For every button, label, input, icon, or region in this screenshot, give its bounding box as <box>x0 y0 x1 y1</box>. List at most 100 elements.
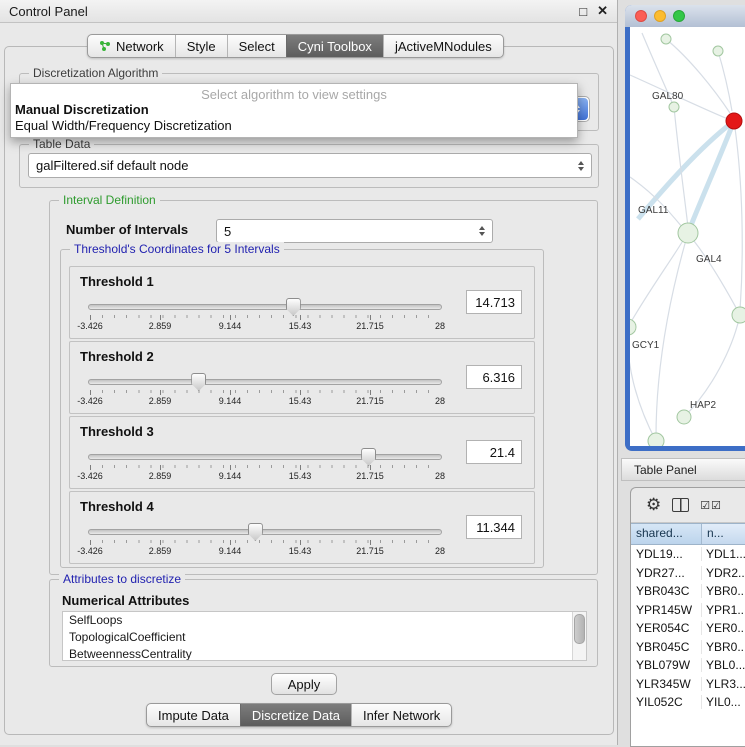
node-gal80[interactable] <box>669 102 679 112</box>
close-icon[interactable]: ✕ <box>597 3 608 19</box>
threshold-panel-2: Threshold 2-3.4262.8599.14415.4321.71528… <box>69 341 535 414</box>
slider-thumb[interactable] <box>248 523 263 541</box>
slider-track[interactable] <box>88 304 442 310</box>
table-row[interactable]: YBL079WYBL0... <box>631 656 745 675</box>
node-label-gal80: GAL80 <box>652 91 684 102</box>
table-cell: YBR0... <box>702 640 745 654</box>
threshold-value-field[interactable]: 14.713 <box>466 290 522 314</box>
node-gal4[interactable] <box>678 223 698 243</box>
scrollbar-thumb[interactable] <box>574 614 585 644</box>
scale-label: 28 <box>435 471 445 481</box>
threshold-slider: -3.4262.8599.14415.4321.71528 <box>88 447 442 483</box>
table-cell: YBR0... <box>702 584 745 598</box>
table-row[interactable]: YLR345WYLR3... <box>631 675 745 694</box>
node-label-gal11: GAL11 <box>638 205 669 216</box>
attribute-item-topologicalcoefficient[interactable]: TopologicalCoefficient <box>63 629 586 646</box>
threshold-value-field[interactable]: 21.4 <box>466 440 522 464</box>
scale-label: 21.715 <box>356 321 384 331</box>
threshold-value-field[interactable]: 11.344 <box>466 515 522 539</box>
table-data-title: Table Data <box>29 137 94 151</box>
network-canvas[interactable]: GAL80 GAL11 GAL4 GCY1 HAP2 <box>630 27 745 446</box>
tab-select[interactable]: Select <box>227 35 286 57</box>
table-row[interactable]: YER054CYER0... <box>631 619 745 638</box>
select-rows-checkbox-icons[interactable]: ☑☑ <box>700 499 722 512</box>
node[interactable] <box>661 34 671 44</box>
attribute-item-betweennesscentrality[interactable]: BetweennessCentrality <box>63 646 586 661</box>
threshold-value-field[interactable]: 6.316 <box>466 365 522 389</box>
tab-jactivemnodules[interactable]: jActiveMNodules <box>383 35 503 57</box>
scale-label: 15.43 <box>289 396 312 406</box>
selected-node[interactable] <box>726 113 742 129</box>
minimize-traffic-light-icon[interactable] <box>654 10 666 22</box>
slider-track[interactable] <box>88 529 442 535</box>
tab-network[interactable]: Network <box>88 35 175 57</box>
table-row[interactable]: YPR145WYPR1... <box>631 601 745 620</box>
popup-hint: Select algorithm to view settings <box>11 87 577 102</box>
node[interactable] <box>648 433 664 446</box>
node[interactable] <box>732 307 745 323</box>
scale-label: 9.144 <box>219 321 242 331</box>
float-icon[interactable]: □ <box>579 4 587 19</box>
column-header-1[interactable]: shared... <box>631 524 702 544</box>
table-row[interactable]: YBR043CYBR0... <box>631 582 745 601</box>
attributes-scrollbar[interactable] <box>572 612 586 660</box>
table-row[interactable]: YIL052CYIL0... <box>631 693 745 712</box>
table-row[interactable]: YDR27...YDR2... <box>631 564 745 583</box>
network-icon <box>99 40 111 52</box>
table-cell: YIL0... <box>702 695 745 709</box>
gear-icon[interactable]: ⚙ <box>646 495 661 515</box>
tab-label: jActiveMNodules <box>395 39 492 54</box>
table-cell: YBL079W <box>631 658 702 672</box>
threshold-panel-3: Threshold 3-3.4262.8599.14415.4321.71528… <box>69 416 535 489</box>
node-label-gal4: GAL4 <box>696 254 722 265</box>
zoom-traffic-light-icon[interactable] <box>673 10 685 22</box>
table-panel-header[interactable]: Table Panel <box>621 458 745 481</box>
control-panel-titlebar: Control Panel □ ✕ <box>0 0 617 23</box>
close-traffic-light-icon[interactable] <box>635 10 647 22</box>
popup-item-manual-discretization[interactable]: Manual Discretization <box>11 102 577 118</box>
threshold-label: Threshold 2 <box>80 349 154 364</box>
slider-thumb[interactable] <box>361 448 376 466</box>
table-cell: YDR27... <box>631 566 702 580</box>
tab-infer-network[interactable]: Infer Network <box>351 704 451 726</box>
table-cell: YBR043C <box>631 584 702 598</box>
popup-item-equal-width-frequency[interactable]: Equal Width/Frequency Discretization <box>11 118 577 134</box>
node-table-window: ⚙ ☑☑ shared...n... YDL19...YDL1...YDR27.… <box>630 487 745 747</box>
table-data-combobox[interactable]: galFiltered.sif default node <box>28 153 592 178</box>
column-header-2[interactable]: n... <box>702 524 745 544</box>
slider-thumb[interactable] <box>286 298 301 316</box>
scale-label: -3.426 <box>77 396 103 406</box>
scale-label: 2.859 <box>149 321 172 331</box>
threshold-label: Threshold 4 <box>80 499 154 514</box>
table-toolbar: ⚙ ☑☑ <box>631 488 745 523</box>
number-of-intervals-combobox[interactable]: 5 <box>216 219 493 243</box>
scale-label: 2.859 <box>149 471 172 481</box>
table-cell: YDL19... <box>631 547 702 561</box>
tab-cyni-toolbox[interactable]: Cyni Toolbox <box>286 35 383 57</box>
slider-ticks <box>90 540 440 545</box>
tab-label: Style <box>187 39 216 54</box>
node-hap2[interactable] <box>677 410 691 424</box>
tab-impute-data[interactable]: Impute Data <box>147 704 240 726</box>
apply-button[interactable]: Apply <box>271 673 337 695</box>
tab-style[interactable]: Style <box>175 35 227 57</box>
tab-discretize-data[interactable]: Discretize Data <box>240 704 351 726</box>
node[interactable] <box>713 46 723 56</box>
combo-arrows-icon <box>573 161 588 171</box>
node-gcy1[interactable] <box>630 319 636 335</box>
edge <box>630 239 684 327</box>
threshold-panel-4: Threshold 4-3.4262.8599.14415.4321.71528… <box>69 491 535 564</box>
table-header-row: shared...n... <box>631 523 745 545</box>
slider-thumb[interactable] <box>191 373 206 391</box>
slider-scale-labels: -3.4262.8599.14415.4321.71528 <box>90 471 440 482</box>
table-row[interactable]: YDL19...YDL1... <box>631 545 745 564</box>
table-row[interactable]: YBR045CYBR0... <box>631 638 745 657</box>
tab-label: Discretize Data <box>252 708 340 723</box>
slider-track[interactable] <box>88 379 442 385</box>
columns-icon[interactable] <box>672 498 689 512</box>
scale-label: 28 <box>435 546 445 556</box>
scale-label: 9.144 <box>219 396 242 406</box>
attribute-item-selfloops[interactable]: SelfLoops <box>63 612 586 629</box>
slider-track[interactable] <box>88 454 442 460</box>
network-window-titlebar[interactable] <box>625 5 745 27</box>
